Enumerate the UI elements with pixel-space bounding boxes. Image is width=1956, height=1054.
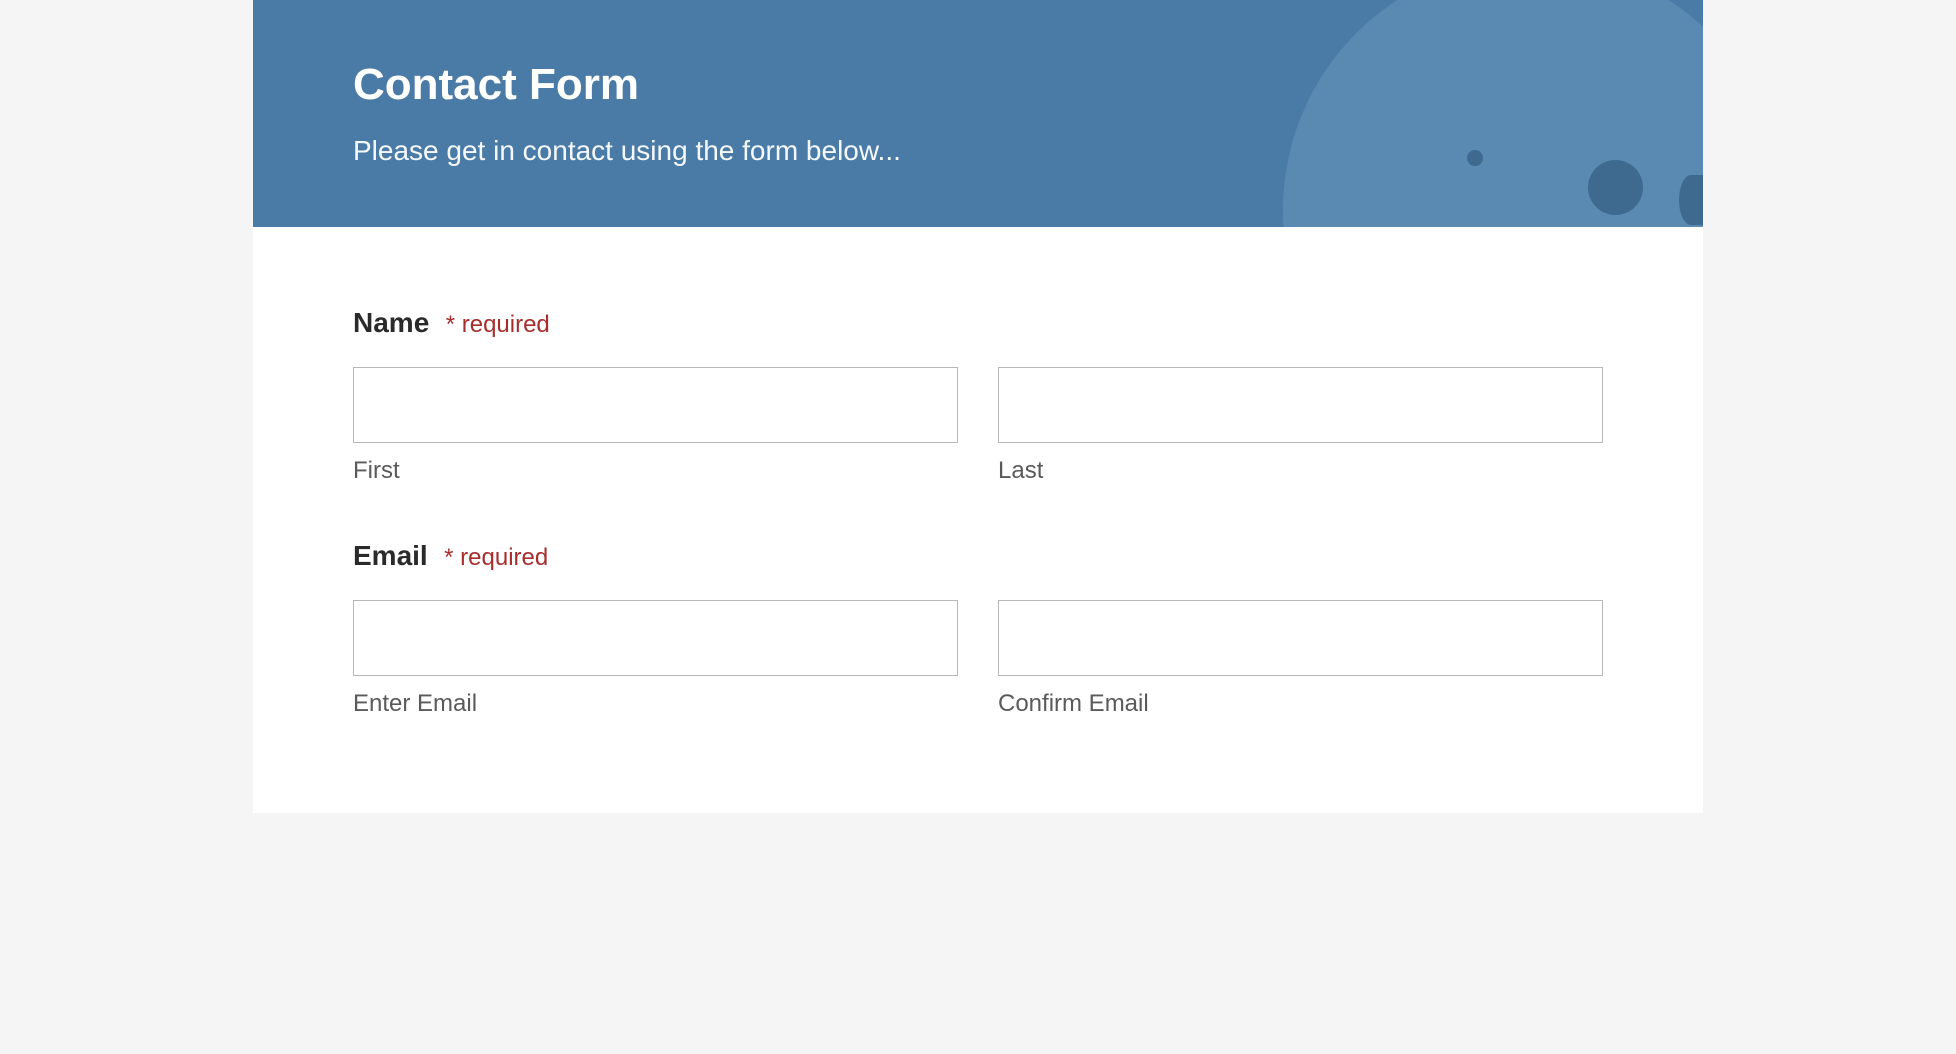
enter-email-sublabel: Enter Email — [353, 690, 958, 718]
name-label: Name — [353, 307, 429, 338]
last-name-sublabel: Last — [998, 457, 1603, 485]
first-name-sublabel: First — [353, 457, 958, 485]
last-name-input[interactable] — [998, 367, 1603, 443]
confirm-email-sublabel: Confirm Email — [998, 690, 1603, 718]
form-subtitle: Please get in contact using the form bel… — [353, 135, 1603, 167]
enter-email-input[interactable] — [353, 600, 958, 676]
form-header: Contact Form Please get in contact using… — [253, 0, 1703, 227]
form-body: Name * required First Last Email * requi… — [253, 227, 1703, 813]
confirm-email-input[interactable] — [998, 600, 1603, 676]
header-decoration — [1283, 0, 1703, 227]
email-field-group: Email * required Enter Email Confirm Ema… — [353, 540, 1603, 718]
name-field-group: Name * required First Last — [353, 307, 1603, 485]
name-required-marker: * required — [446, 311, 550, 338]
email-label: Email — [353, 540, 428, 571]
first-name-input[interactable] — [353, 367, 958, 443]
form-title: Contact Form — [353, 60, 1603, 110]
email-required-marker: * required — [444, 544, 548, 571]
